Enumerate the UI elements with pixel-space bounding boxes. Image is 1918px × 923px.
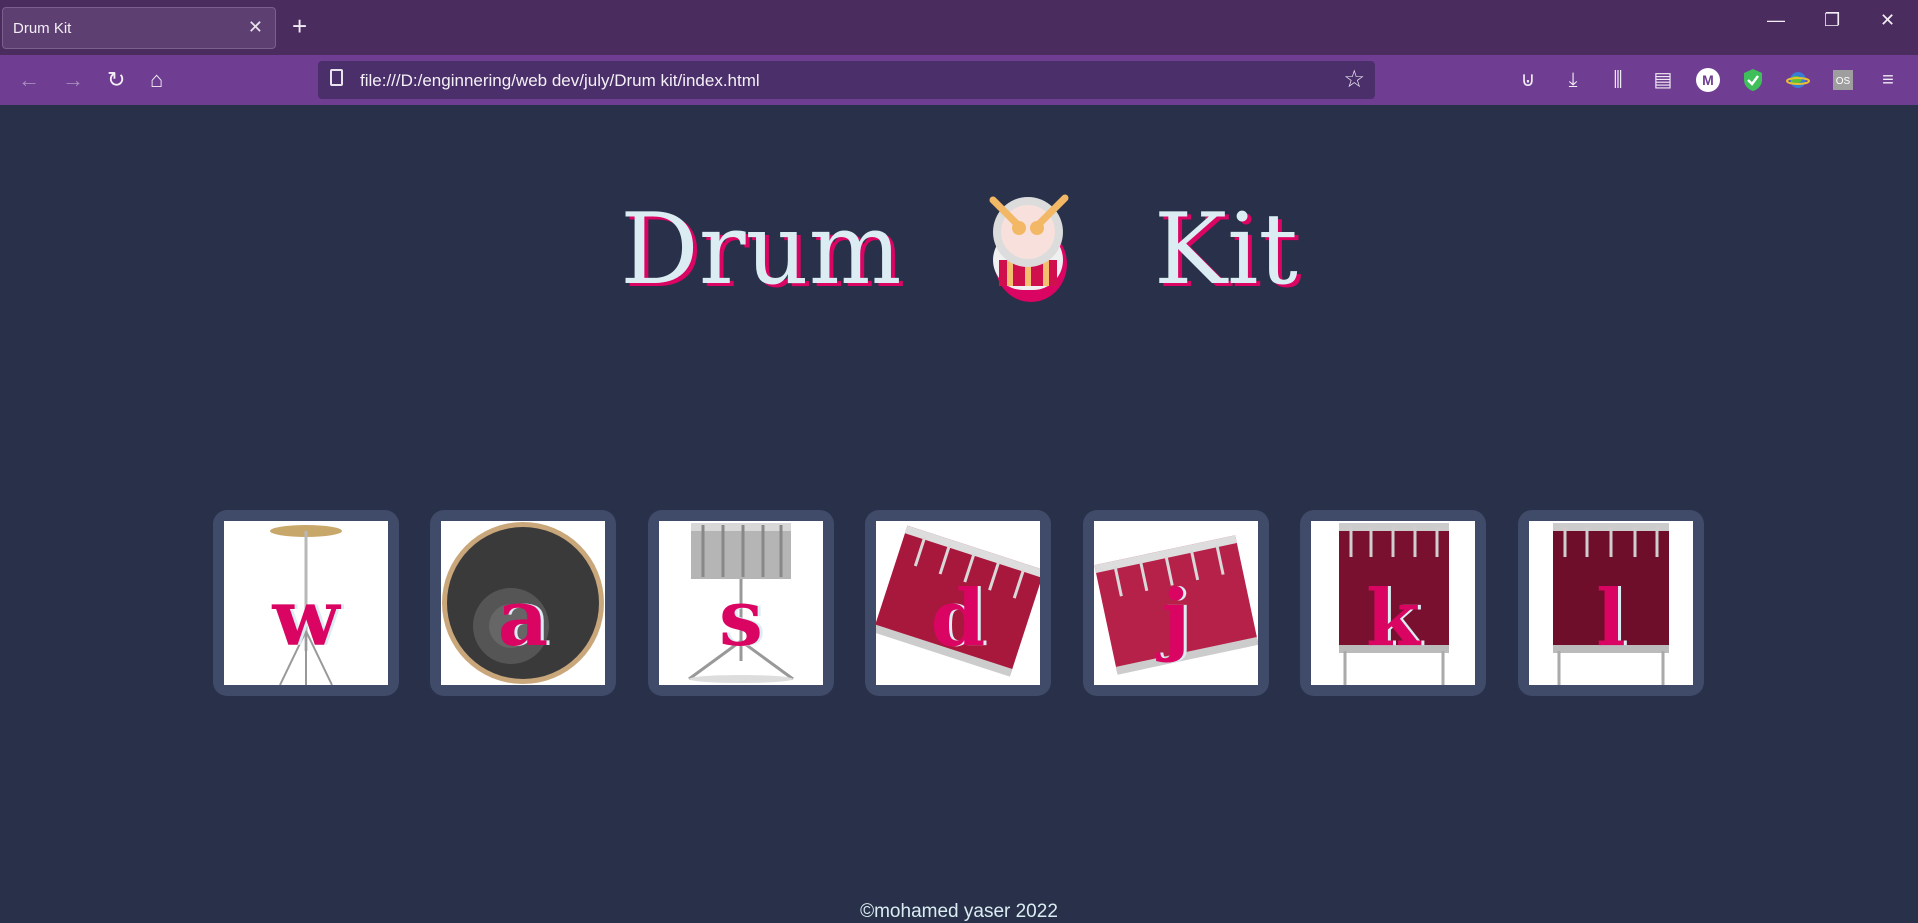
- footer-copyright: ©mohamed yaser 2022: [860, 901, 1058, 922]
- pad-key-label: l: [1596, 573, 1626, 664]
- title-kit: Kit: [1153, 192, 1298, 307]
- menu-icon[interactable]: ≡: [1876, 68, 1900, 92]
- forward-icon[interactable]: →: [62, 68, 84, 92]
- profile-m-icon[interactable]: M: [1696, 68, 1720, 92]
- page-title: Drum Kit: [0, 185, 1918, 307]
- tab-drum-kit[interactable]: Drum Kit ✕: [2, 7, 276, 49]
- pad-key-label: w: [272, 573, 340, 664]
- pocket-icon[interactable]: ⊍: [1516, 68, 1540, 92]
- drum-pad-d[interactable]: d: [865, 510, 1051, 696]
- drum-pad-k[interactable]: k: [1300, 510, 1486, 696]
- tab-title: Drum Kit: [13, 20, 72, 37]
- library-icon[interactable]: ⫼: [1606, 68, 1630, 92]
- url-text[interactable]: file:///D:/enginnering/web dev/july/Drum…: [360, 71, 760, 91]
- restore-icon[interactable]: ❐: [1824, 10, 1840, 31]
- window-close-icon[interactable]: ✕: [1880, 10, 1895, 31]
- pad-key-label: d: [930, 573, 986, 664]
- title-drum: Drum: [620, 192, 902, 307]
- drum-pad-l[interactable]: l: [1518, 510, 1704, 696]
- page-body: Drum Kit w a s d j k l ©mohamed yaser 20…: [0, 105, 1918, 922]
- globe-extension-icon[interactable]: [1786, 68, 1810, 92]
- shield-extension-icon[interactable]: [1741, 68, 1765, 92]
- minimize-icon[interactable]: —: [1767, 10, 1785, 31]
- sidebar-icon[interactable]: ▤: [1651, 68, 1675, 92]
- address-bar[interactable]: file:///D:/enginnering/web dev/july/Drum…: [318, 61, 1375, 99]
- pad-key-label: k: [1365, 573, 1421, 664]
- page-icon: [330, 69, 343, 86]
- home-icon[interactable]: ⌂: [150, 68, 163, 92]
- pad-key-label: a: [497, 573, 549, 664]
- os-extension-icon[interactable]: OS: [1831, 68, 1855, 92]
- close-tab-icon[interactable]: ✕: [248, 17, 263, 38]
- pad-key-label: s: [719, 573, 763, 664]
- back-icon[interactable]: ←: [18, 68, 40, 92]
- reload-icon[interactable]: ↻: [107, 68, 125, 92]
- drum-emoji-icon: [973, 190, 1083, 302]
- bookmark-star-icon[interactable]: ☆: [1343, 65, 1365, 94]
- svg-text:OS: OS: [1836, 76, 1851, 87]
- drum-pad-s[interactable]: s: [648, 510, 834, 696]
- pad-key-label: j: [1161, 573, 1191, 664]
- drum-pad-w[interactable]: w: [213, 510, 399, 696]
- drum-pad-j[interactable]: j: [1083, 510, 1269, 696]
- download-icon[interactable]: ⤓: [1561, 68, 1585, 92]
- tab-strip: Drum Kit ✕ + — ❐ ✕: [0, 0, 1918, 55]
- drum-pad-a[interactable]: a: [430, 510, 616, 696]
- new-tab-icon[interactable]: +: [292, 10, 307, 42]
